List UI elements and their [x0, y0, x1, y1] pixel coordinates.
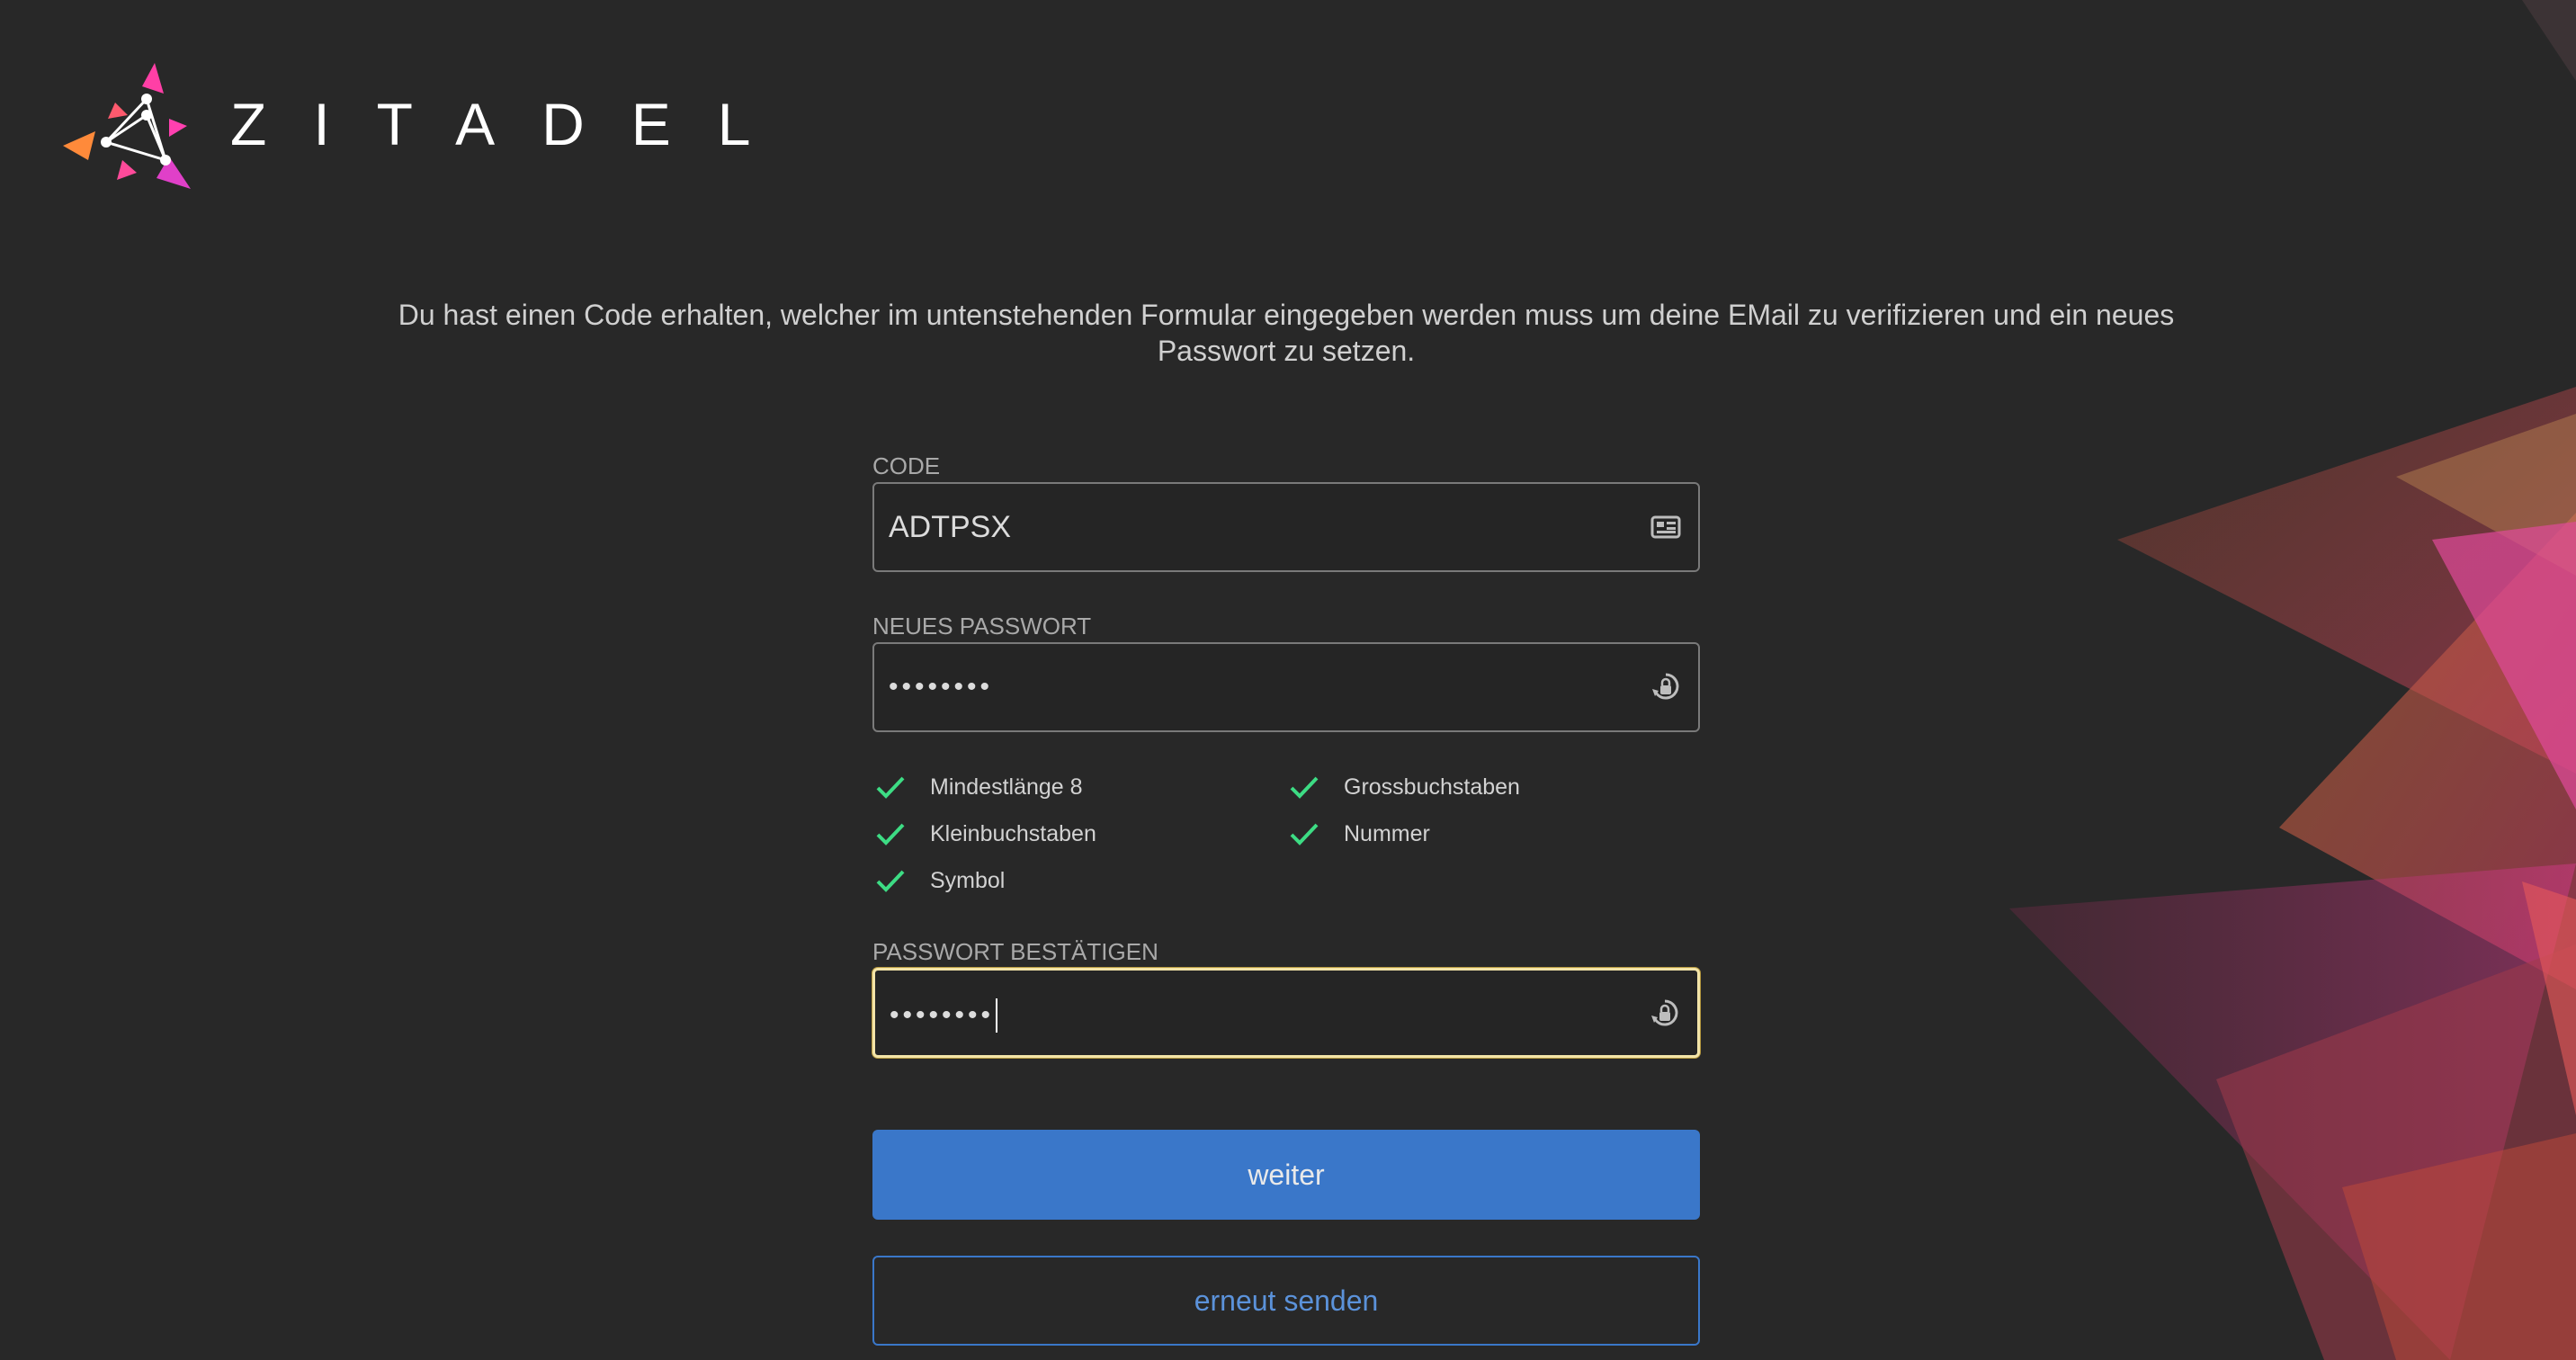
check-icon — [876, 823, 905, 846]
check-icon — [1290, 776, 1319, 799]
requirement-label: Grossbuchstaben — [1344, 774, 1520, 800]
check-icon — [876, 870, 905, 892]
check-icon — [876, 776, 905, 799]
requirement-label: Symbol — [930, 867, 1006, 893]
resend-button[interactable]: erneut senden — [872, 1256, 1700, 1346]
next-button[interactable]: weiter — [872, 1130, 1700, 1220]
background-decoration — [2009, 0, 2576, 1360]
confirm-password-value: •••••••• — [890, 1000, 995, 1030]
requirement-label: Kleinbuchstaben — [930, 820, 1096, 846]
requirement-uppercase: Grossbuchstaben — [1286, 768, 1700, 806]
password-requirements: Mindestlänge 8 Grossbuchstaben Kleinbuch… — [872, 768, 1700, 899]
requirement-label: Nummer — [1344, 820, 1430, 846]
code-input[interactable]: ADTPSX — [872, 482, 1700, 572]
new-password-value: •••••••• — [889, 672, 994, 702]
check-icon — [1290, 823, 1319, 846]
lock-eye-icon[interactable] — [1650, 671, 1682, 703]
zitadel-logo-icon — [63, 63, 191, 189]
password-reset-form: CODE ADTPSX NEUES PASSWORT •••••••• Mind… — [872, 450, 1700, 1346]
code-label: CODE — [872, 452, 941, 479]
brand-wordmark: ZITADEL — [230, 91, 798, 157]
code-value: ADTPSX — [889, 510, 1012, 544]
id-card-icon — [1650, 515, 1681, 539]
new-password-input[interactable]: •••••••• — [872, 642, 1700, 732]
requirement-label: Mindestlänge 8 — [930, 774, 1083, 800]
requirement-symbol: Symbol — [872, 862, 1286, 899]
text-caret — [996, 998, 998, 1033]
confirm-password-input[interactable]: •••••••• — [872, 968, 1700, 1058]
requirement-number: Nummer — [1286, 815, 1700, 853]
intro-text: Du hast einen Code erhalten, welcher im … — [398, 299, 2175, 367]
new-password-label: NEUES PASSWORT — [872, 613, 1092, 640]
requirement-min-length: Mindestlänge 8 — [872, 768, 1286, 806]
confirm-password-text: •••••••• — [890, 971, 998, 1059]
lock-eye-icon[interactable] — [1649, 998, 1681, 1030]
confirm-password-label: PASSWORT BESTÄTIGEN — [872, 938, 1158, 965]
requirement-lowercase: Kleinbuchstaben — [872, 815, 1286, 853]
